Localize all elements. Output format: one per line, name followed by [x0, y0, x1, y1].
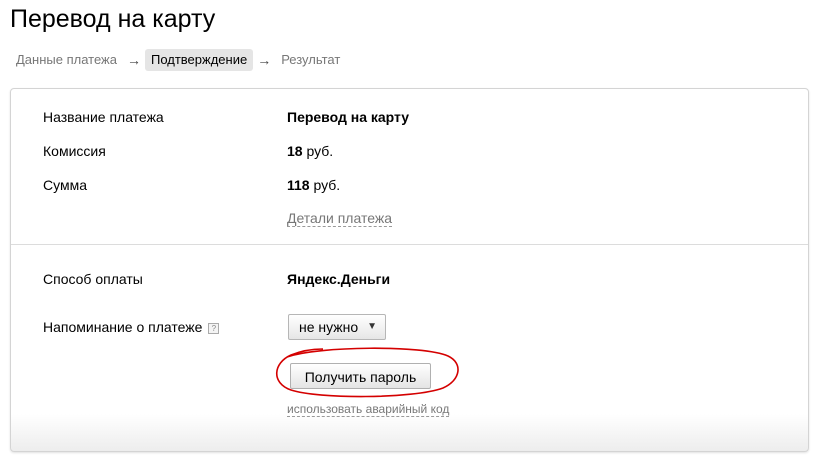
sum-amount: 118	[287, 177, 310, 193]
get-password-button[interactable]: Получить пароль	[290, 363, 431, 389]
reminder-select-value: не нужно	[299, 319, 359, 335]
step-confirmation: Подтверждение	[144, 49, 254, 71]
sum-label: Сумма	[43, 177, 87, 193]
step-payment-data[interactable]: Данные платежа	[10, 49, 123, 71]
breadcrumb-steps: Данные платежа → Подтверждение → Результ…	[10, 48, 346, 72]
emergency-code-link[interactable]: использовать аварийный код	[287, 402, 450, 417]
help-icon[interactable]: ?	[208, 323, 220, 334]
payment-details-container: Детали платежа	[287, 209, 392, 227]
page-title: Перевод на карту	[10, 5, 216, 33]
step-result: Результат	[281, 52, 341, 67]
confirmation-panel: Название платежа Перевод на карту Комисс…	[10, 88, 809, 452]
reminder-label-row: Напоминание о платеже?	[43, 318, 220, 336]
commission-value: 18 руб.	[287, 142, 333, 160]
dropdown-triangle-icon: ▼	[367, 321, 377, 332]
step-arrow-icon: →	[126, 52, 141, 68]
reminder-label: Напоминание о платеже	[43, 319, 203, 335]
step-arrow-icon: →	[257, 52, 272, 68]
commission-amount: 18	[287, 143, 303, 159]
section-divider	[11, 244, 808, 245]
commission-currency: руб.	[306, 143, 334, 159]
payment-details-link[interactable]: Детали платежа	[287, 210, 392, 227]
reminder-select[interactable]: не нужно ▼	[288, 314, 386, 340]
payment-name-value: Перевод на карту	[287, 109, 410, 125]
commission-label: Комиссия	[43, 143, 106, 159]
emergency-code-container: использовать аварийный код	[287, 402, 450, 417]
sum-currency: руб.	[313, 177, 341, 193]
payment-method-label: Способ оплаты	[43, 271, 143, 287]
payment-name-label: Название платежа	[43, 109, 164, 125]
sum-value: 118 руб.	[287, 176, 340, 194]
payment-method-value: Яндекс.Деньги	[287, 271, 391, 287]
